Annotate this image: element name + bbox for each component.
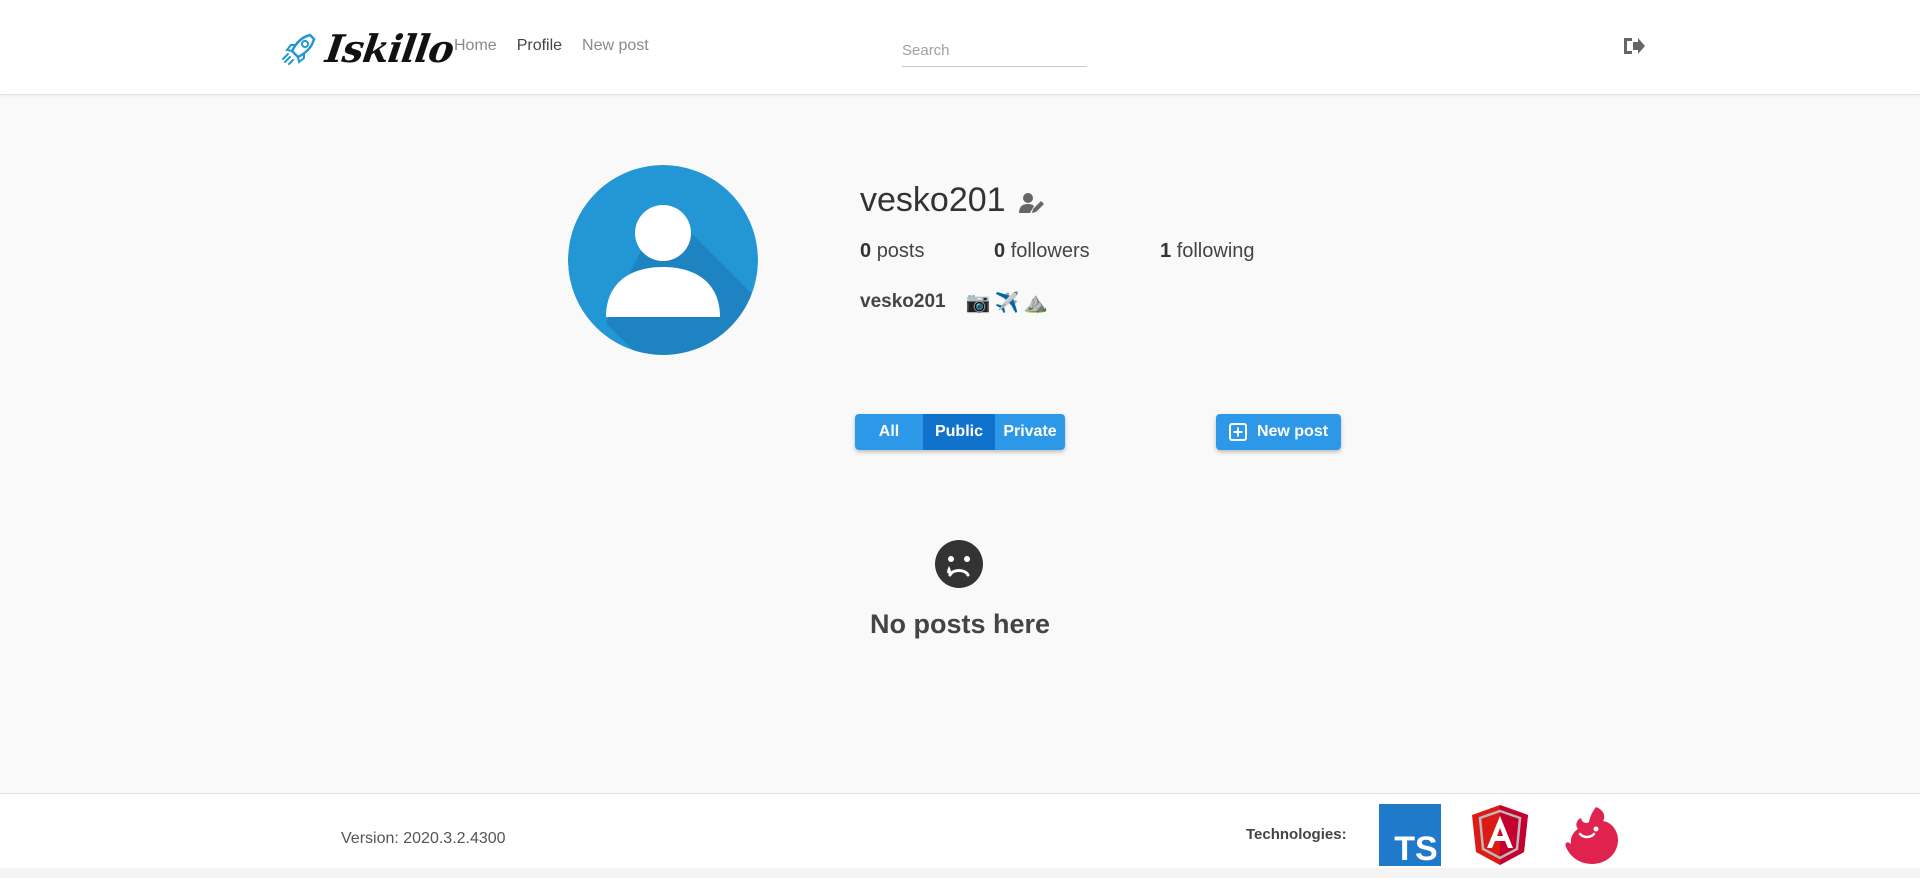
airplane-emoji: ✈️ xyxy=(994,290,1020,314)
following-label: following xyxy=(1176,240,1255,262)
main-nav: Home Profile New post xyxy=(454,37,649,55)
filter-public-button[interactable]: Public xyxy=(923,414,995,450)
version-text: Version: 2020.3.2.4300 xyxy=(341,830,506,847)
nestjs-logo[interactable] xyxy=(1560,804,1622,866)
empty-state-text: No posts here xyxy=(869,609,1051,639)
sad-face-icon xyxy=(935,540,983,588)
mountain-emoji: ⛰️ xyxy=(1023,290,1049,314)
filter-private-button[interactable]: Private xyxy=(995,414,1065,450)
svg-text:TS: TS xyxy=(1394,830,1437,866)
post-filter-group: All Public Private xyxy=(855,414,1065,450)
sign-out-icon[interactable] xyxy=(1621,34,1645,58)
bottom-strip xyxy=(0,868,1920,878)
top-navbar: Iskillo Home Profile New post xyxy=(0,0,1920,95)
logo[interactable]: Iskillo xyxy=(280,26,457,71)
followers-stat[interactable]: 0 followers xyxy=(994,240,1090,263)
following-count: 1 xyxy=(1160,240,1172,262)
rocket-icon xyxy=(282,33,316,65)
filter-all-button[interactable]: All xyxy=(855,414,923,450)
plus-square-icon xyxy=(1228,423,1247,441)
logo-text: Iskillo xyxy=(322,26,457,71)
followers-label: followers xyxy=(1010,240,1090,262)
new-post-label: New post xyxy=(1256,423,1329,440)
typescript-logo[interactable]: TS xyxy=(1379,804,1441,866)
nav-new-post-link[interactable]: New post xyxy=(582,37,649,55)
technologies-label: Technologies: xyxy=(1246,826,1347,843)
nav-home-link[interactable]: Home xyxy=(454,37,497,55)
nav-profile-link[interactable]: Profile xyxy=(517,37,562,55)
footer: Version: 2020.3.2.4300 Technologies: TS xyxy=(0,793,1920,868)
followers-count: 0 xyxy=(994,240,1006,262)
bio-name: vesko201 xyxy=(860,291,946,312)
search-input[interactable] xyxy=(902,35,1087,67)
posts-stat: 0 posts xyxy=(860,240,925,263)
following-stat[interactable]: 1 following xyxy=(1160,240,1255,263)
profile-username: vesko201 xyxy=(860,181,1006,219)
profile-avatar xyxy=(568,165,758,355)
user-avatar-icon xyxy=(568,165,758,355)
posts-label: posts xyxy=(876,240,925,262)
angular-logo[interactable] xyxy=(1470,804,1530,866)
edit-profile-icon[interactable] xyxy=(1018,191,1046,215)
camera-emoji: 📷 xyxy=(965,290,991,314)
posts-count: 0 xyxy=(860,240,872,262)
new-post-button[interactable]: New post xyxy=(1216,414,1341,450)
profile-bio: vesko201 📷 ✈️ ⛰️ xyxy=(860,290,1048,314)
bio-emojis: 📷 ✈️ ⛰️ xyxy=(962,290,1049,314)
